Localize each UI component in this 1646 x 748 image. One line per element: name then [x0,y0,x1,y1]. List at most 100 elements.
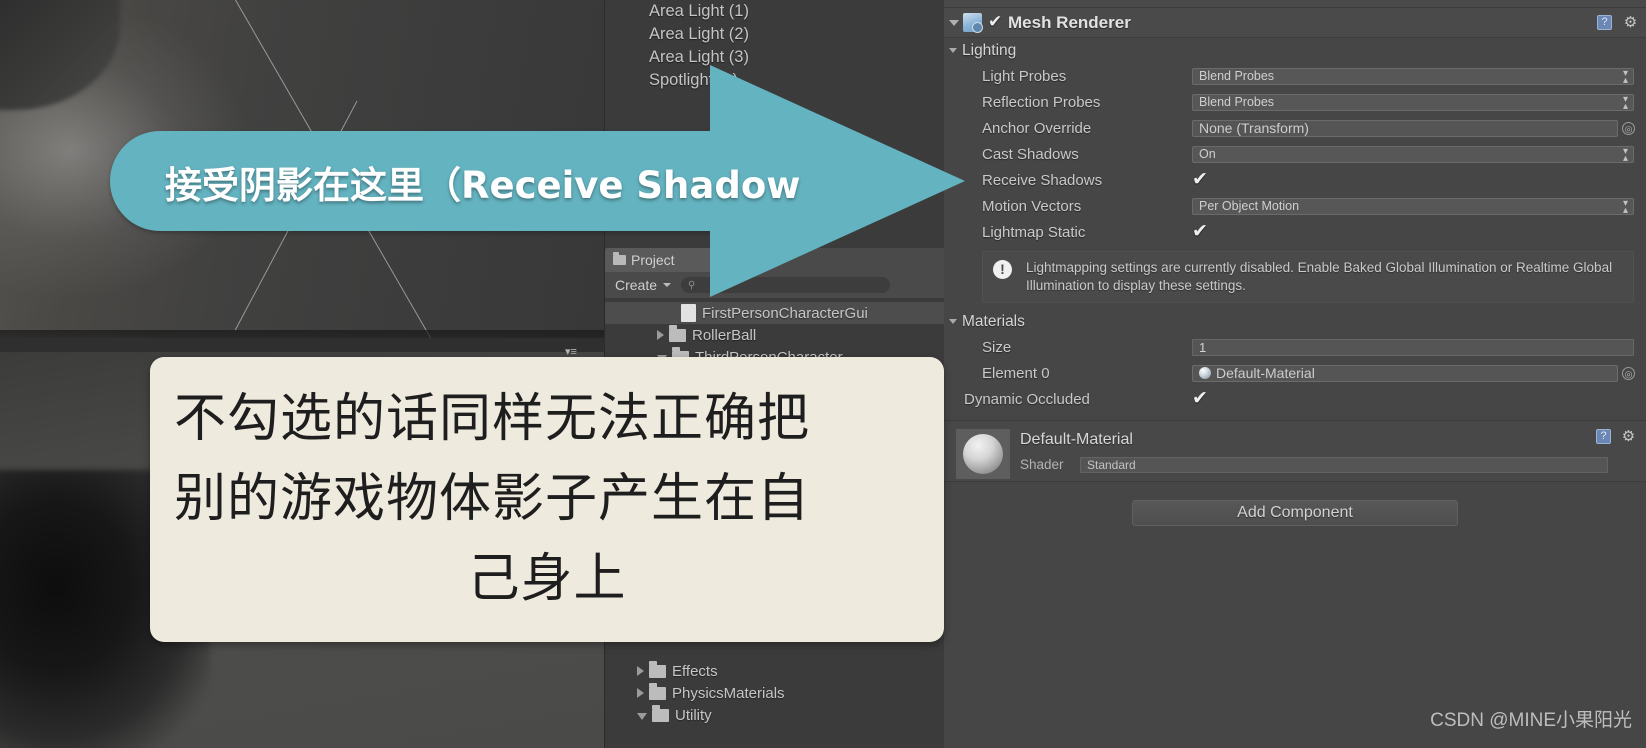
property-value: Per Object Motion [1199,199,1299,213]
create-button[interactable]: Create [611,276,675,294]
motion-vectors-dropdown[interactable]: Per Object Motion ▾▴ [1192,198,1634,215]
gear-icon[interactable]: ⚙ [1621,429,1636,444]
property-value: Blend Probes [1199,95,1274,109]
property-label: Dynamic Occluded [964,391,1090,408]
hierarchy-item[interactable]: Spotlight (1) [605,69,944,92]
property-value: On [1199,147,1216,161]
hierarchy-item[interactable]: Area Light (1) [605,0,944,23]
chevron-down-icon[interactable] [949,20,959,26]
chevron-down-icon[interactable] [949,48,957,53]
property-label: Light Probes [982,68,1066,85]
materials-section-header[interactable]: Materials [944,309,1646,334]
chevron-updown-icon: ▾▴ [1623,70,1628,84]
lightmapping-info-box: ! Lightmapping settings are currently di… [982,251,1634,303]
chevron-right-icon[interactable] [657,330,664,340]
list-item-label: RollerBall [692,327,756,344]
property-value: None (Transform) [1199,120,1309,136]
material-details: Default-Material Shader Standard ? ⚙ [1020,429,1638,473]
shader-value: Standard [1087,458,1136,472]
info-text: Lightmapping settings are currently disa… [1026,259,1625,295]
inspector-panel[interactable]: ✔ Mesh Renderer ? ⚙ Lighting Light Probe… [944,0,1646,748]
element-0-object-field[interactable]: Default-Material ◎ [1192,365,1618,382]
tab-project-label: Project [631,252,675,268]
checkmark-icon: ✔ [1192,389,1208,407]
object-picker-icon[interactable]: ◎ [1622,122,1635,135]
lighting-section-label: Lighting [962,42,1016,60]
property-label: Motion Vectors [982,198,1081,215]
chevron-right-icon[interactable] [637,666,644,676]
lock-icon[interactable] [920,277,938,293]
property-row-dynamic-occluded: Dynamic Occluded ✔ [944,386,1646,412]
watermark: CSDN @MINE小果阳光 [1430,705,1632,732]
lightmap-static-checkbox[interactable]: ✔ [1192,224,1208,240]
shader-dropdown[interactable]: Standard [1080,457,1608,473]
hierarchy-item[interactable]: Area Light (3) [605,46,944,69]
reflection-probes-dropdown[interactable]: Blend Probes ▾▴ [1192,94,1634,111]
help-icon[interactable]: ? [1596,429,1611,444]
list-item[interactable]: FirstPersonCharacterGui [605,302,944,324]
property-row-light-probes: Light Probes Blend Probes ▾▴ [944,63,1646,89]
cast-shadows-dropdown[interactable]: On ▾▴ [1192,146,1634,163]
property-row-anchor-override: Anchor Override None (Transform) ◎ [944,115,1646,141]
property-value: Default-Material [1216,365,1315,381]
inspector-top-divider [944,0,1646,8]
light-probes-dropdown[interactable]: Blend Probes ▾▴ [1192,68,1634,85]
lighting-section-header[interactable]: Lighting [944,38,1646,63]
favorites-icon[interactable] [896,277,914,293]
hierarchy-panel[interactable]: Area Light (1) Area Light (2) Area Light… [604,0,944,248]
project-tab-bar: Project [605,248,944,272]
property-row-reflection-probes: Reflection Probes Blend Probes ▾▴ [944,89,1646,115]
note-line: 己身上 [174,539,920,619]
property-row-size: Size 1 [944,334,1646,360]
list-item[interactable]: RollerBall [605,324,944,346]
chevron-down-icon [663,283,671,287]
materials-size-input[interactable]: 1 [1192,339,1634,356]
checkmark-icon: ✔ [1192,170,1208,188]
property-value: Blend Probes [1199,69,1274,83]
anchor-override-object-field[interactable]: None (Transform) ◎ [1192,120,1618,137]
property-label: Lightmap Static [982,224,1085,241]
shader-row: Shader Standard [1020,456,1638,473]
note-line: 别的游戏物体影子产生在自 [174,459,920,539]
property-row-receive-shadows: Receive Shadows ✔ [944,167,1646,193]
property-row-cast-shadows: Cast Shadows On ▾▴ [944,141,1646,167]
tab-project[interactable]: Project [605,248,745,272]
add-component-button[interactable]: Add Component [1132,500,1458,526]
search-input[interactable]: ⚲ [681,277,890,293]
material-ball-icon [1199,367,1211,379]
warning-icon: ! [993,260,1012,279]
material-sphere-thumbnail [963,434,1003,474]
receive-shadows-checkbox[interactable]: ✔ [1192,172,1208,188]
hierarchy-item[interactable]: Area Light (2) [605,23,944,46]
property-label: Reflection Probes [982,94,1100,111]
chevron-right-icon[interactable] [637,688,644,698]
list-item[interactable]: PhysicsMaterials [605,682,944,704]
material-inspector-block[interactable]: Default-Material Shader Standard ? ⚙ [944,420,1646,482]
folder-icon [669,329,686,342]
gear-icon[interactable]: ⚙ [1623,15,1638,30]
help-icon[interactable]: ? [1597,15,1612,30]
checkmark-icon: ✔ [1192,222,1208,240]
chevron-down-icon[interactable] [949,319,957,324]
create-button-label: Create [615,277,657,293]
materials-section-label: Materials [962,313,1025,331]
mesh-renderer-icon [963,13,982,32]
list-item-label: FirstPersonCharacterGui [702,305,868,322]
component-title: Mesh Renderer [1008,13,1131,33]
component-enabled-checkbox[interactable]: ✔ [987,15,1002,30]
list-item-label: PhysicsMaterials [672,685,785,702]
mesh-renderer-header[interactable]: ✔ Mesh Renderer ? ⚙ [944,8,1646,38]
add-component-row: Add Component [944,500,1646,526]
property-label: Element 0 [982,365,1050,382]
shader-label: Shader [1020,457,1064,472]
search-icon: ⚲ [688,280,695,291]
app-root: ▾≡ Area Light (1) Area Light (2) Area Li… [0,0,1646,748]
dynamic-occluded-checkbox[interactable]: ✔ [1192,391,1208,407]
material-name: Default-Material [1020,431,1638,449]
object-picker-icon[interactable]: ◎ [1622,367,1635,380]
material-preview [956,429,1010,479]
property-label: Receive Shadows [982,172,1102,189]
chevron-down-icon[interactable] [637,713,647,720]
list-item[interactable]: Utility [605,704,944,726]
list-item[interactable]: Effects [605,660,944,682]
